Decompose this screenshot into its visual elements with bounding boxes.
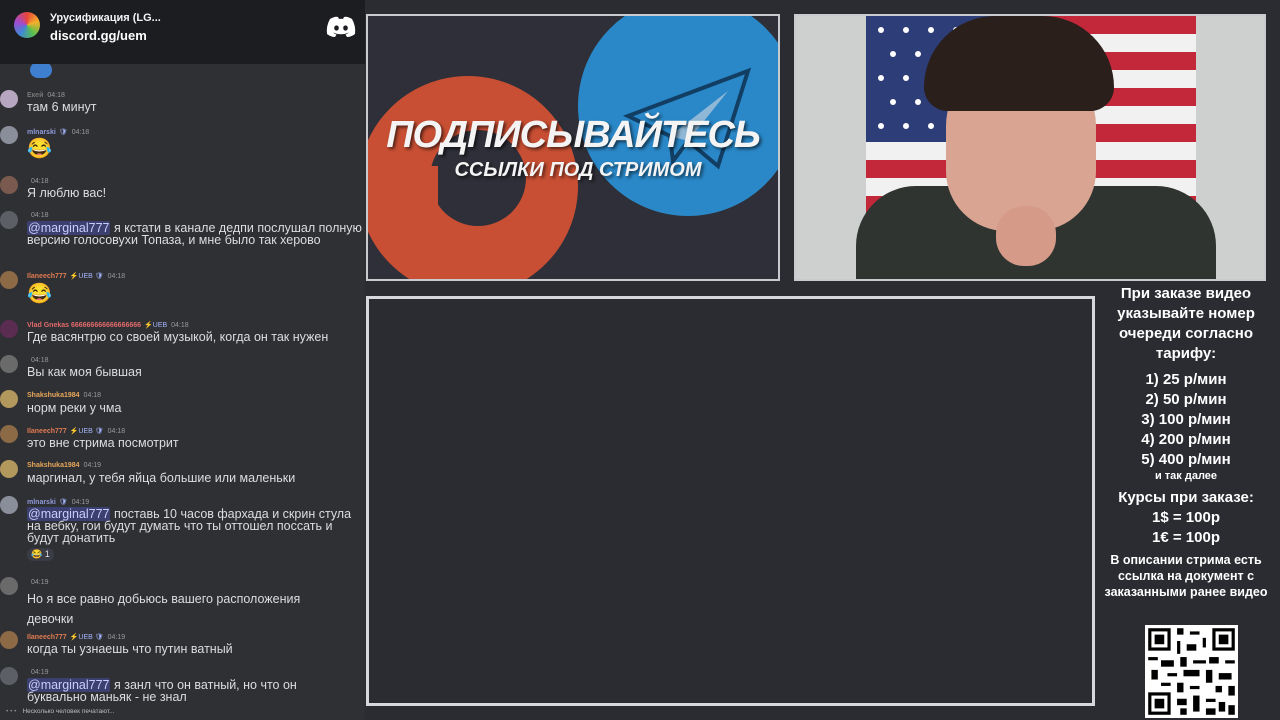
rate-item: 1$ = 100р — [1152, 509, 1220, 526]
message-meta: Vlad Gnekas 666666666666666666 ⚡UEB 04:18 — [27, 322, 189, 329]
promo-subtitle: ССЫЛКИ ПОД СТРИМОМ — [454, 159, 702, 181]
typing-indicator: • • • Несколько человек печатают... — [6, 708, 115, 715]
chat-overlay: Урусификация (LG... discord.gg/uem Екей 0… — [0, 0, 365, 720]
message-meta: Ilaneech777 ⚡UEB 🛡 04:18 — [27, 428, 126, 435]
message-meta: mlnarski 🛡 04:18 — [27, 129, 90, 136]
rate-item: 1€ = 100р — [1152, 529, 1220, 546]
message-meta: Ilaneech777 ⚡UEB 🛡 04:19 — [27, 634, 126, 641]
promo-title: ПОДПИСЫВАЙТЕСЬ — [386, 114, 761, 156]
tariff-item: 1) 25 р/мин — [1145, 371, 1227, 388]
avatar — [0, 667, 18, 685]
message-text: это вне стрима посмотрит — [27, 436, 179, 450]
avatar — [0, 90, 18, 108]
promo-banner: ПОДПИСЫВАЙТЕСЬ ССЫЛКИ ПОД СТРИМОМ — [366, 14, 780, 281]
message-meta: 04:18 — [31, 178, 49, 185]
avatar — [0, 211, 18, 229]
tariff-etc: и так далее — [1154, 470, 1218, 482]
qr-code-icon — [1145, 625, 1238, 718]
avatar — [0, 460, 18, 478]
person-hand — [996, 206, 1056, 266]
tariff-item: 4) 200 р/мин — [1141, 431, 1231, 448]
avatar — [0, 631, 18, 649]
message-text: Я люблю вас! — [27, 186, 107, 200]
avatar — [0, 577, 18, 595]
order-info: При заказе видео указывайте номер очеред… — [1100, 284, 1272, 600]
discord-icon — [326, 16, 356, 37]
message-meta: Екей 04:18 — [27, 92, 65, 99]
emoji-message: 😂 — [27, 283, 52, 305]
avatar — [0, 126, 18, 144]
message-text: норм реки у чма — [27, 401, 122, 415]
avatar — [0, 355, 18, 373]
tariff-item: 2) 50 р/мин — [1145, 391, 1227, 408]
avatar — [0, 390, 18, 408]
message-text: Вы как моя бывшая — [27, 365, 142, 379]
video-area — [366, 296, 1095, 706]
message-text: @marginal777 я занл что он ватный, но чт… — [27, 678, 297, 704]
message-text: @marginal777 я кстати в канале дедпи пос… — [27, 221, 362, 247]
message-meta: 04:19 — [31, 579, 49, 586]
avatar — [0, 176, 18, 194]
reaction-badge[interactable]: 😂 1 — [27, 548, 54, 561]
avatar — [0, 425, 18, 443]
message-text: когда ты узнаешь что путин ватный — [27, 642, 233, 656]
avatar — [0, 320, 18, 338]
chat-header: Урусификация (LG... discord.gg/uem — [0, 0, 365, 64]
invite-link[interactable]: discord.gg/uem — [50, 28, 147, 43]
avatar — [0, 271, 18, 289]
avatar — [0, 496, 18, 514]
webcam-feed — [794, 14, 1266, 281]
message-list[interactable]: Екей 04:18 там 6 минут mlnarski 🛡 04:18 😂 0… — [0, 64, 365, 704]
message-meta: 04:18 — [31, 212, 49, 219]
emoji-message: 😂 — [27, 138, 52, 160]
order-heading: При заказе видео указывайте номер очеред… — [1117, 285, 1255, 362]
message-meta: mlnarski 🛡 04:19 — [27, 499, 90, 506]
message-text: @marginal777 поставь 10 часов фархада и … — [27, 507, 352, 545]
tariff-item: 5) 400 р/мин — [1141, 451, 1231, 468]
description-note: В описании стрима есть ссылка на докумен… — [1104, 553, 1268, 599]
message-text: Но я все равно добьюсь вашего расположен… — [27, 592, 301, 626]
message-meta: Shakshuka1984 04:18 — [27, 392, 102, 399]
message-meta: Ilaneech777 ⚡UEB 🛡 04:18 — [27, 273, 126, 280]
avatar — [30, 64, 52, 78]
person-hair — [924, 16, 1114, 111]
message-text: Где васянтрю со своей музыкой, когда он … — [27, 330, 329, 344]
message-meta: 04:19 — [31, 669, 49, 676]
patreon-logo-bar — [412, 166, 438, 279]
server-name: Урусификация (LG... — [50, 12, 161, 24]
message-meta: Shakshuka1984 04:19 — [27, 462, 102, 469]
server-icon — [14, 12, 40, 38]
message-text: там 6 минут — [27, 100, 97, 114]
message-text: маргинал, у тебя яйца большие или малень… — [27, 471, 296, 485]
message-meta: 04:18 — [31, 357, 49, 364]
rates-title: Курсы при заказе: — [1118, 489, 1254, 506]
tariff-item: 3) 100 р/мин — [1141, 411, 1231, 428]
